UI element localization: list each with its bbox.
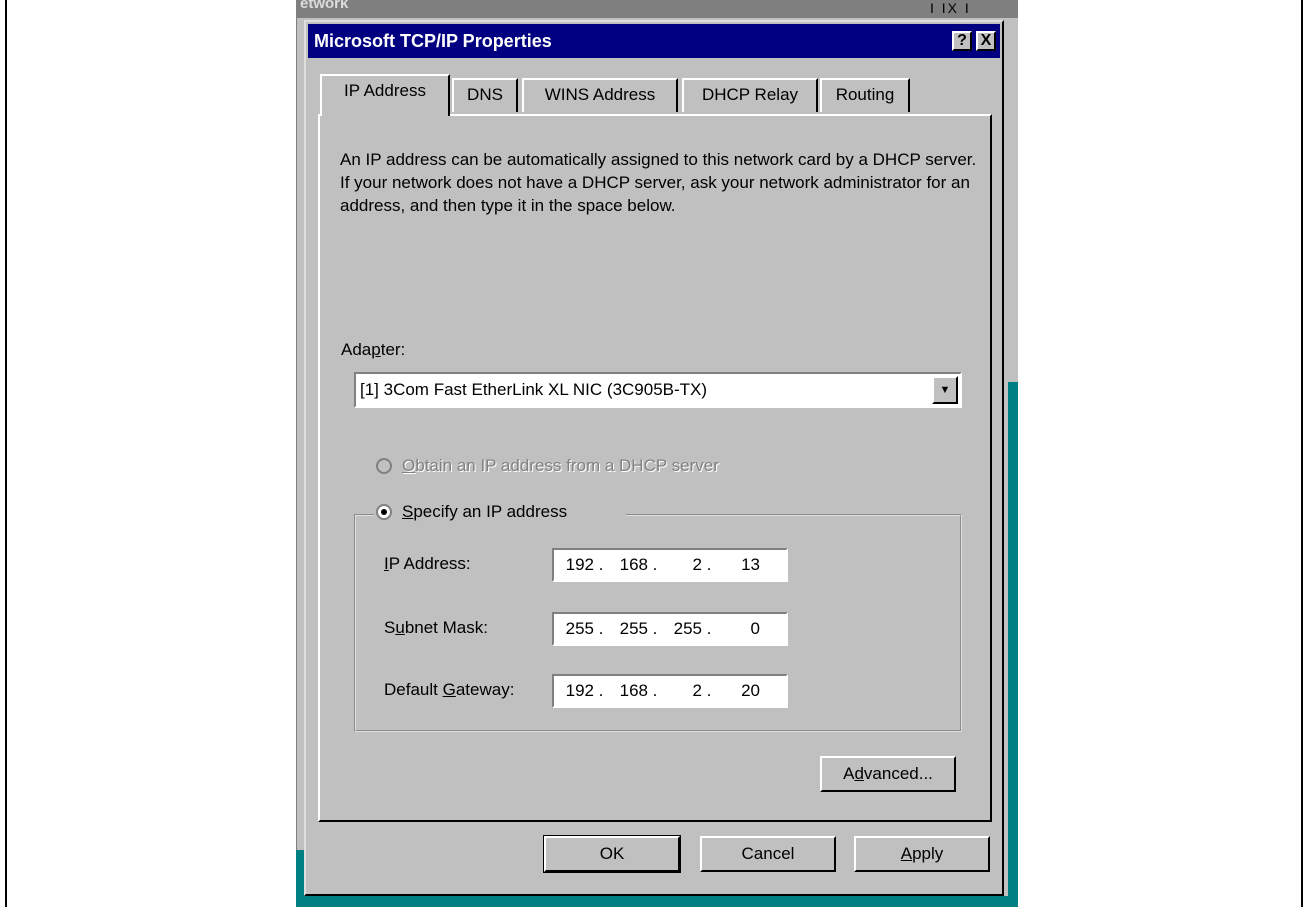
ip-octet: 192	[565, 681, 594, 700]
ip-octet: 2	[692, 681, 702, 700]
octet-separator: .	[652, 619, 658, 638]
background-window-titlebar	[296, 0, 1018, 18]
tab-label: Routing	[835, 85, 895, 104]
advanced-button[interactable]: Advanced...	[820, 756, 956, 792]
specify-ip-option[interactable]: Specify an IP address	[376, 502, 567, 522]
tab-label: IP Address	[344, 81, 426, 100]
tab-ip-address[interactable]: IP Address	[320, 74, 450, 116]
specify-ip-label: Specify an IP address	[402, 502, 568, 521]
background-window-title: etwork	[300, 0, 349, 12]
description-text: An IP address can be automatically assig…	[340, 150, 977, 215]
octet-separator: .	[706, 619, 712, 638]
desktop-background-bottom	[296, 896, 1018, 907]
ok-button[interactable]: OK	[543, 835, 681, 873]
ip-octet: 168	[619, 555, 648, 574]
radio-icon	[376, 458, 392, 474]
help-button[interactable]: ?	[952, 31, 972, 51]
ip-octet: 13	[741, 555, 760, 574]
frame-left-line	[5, 0, 7, 907]
obtain-dhcp-option[interactable]: Obtain an IP address from a DHCP server	[376, 456, 719, 476]
ip-octet: 255	[619, 619, 648, 638]
default-gateway-label: Default Gateway:	[384, 680, 515, 699]
octet-separator: .	[598, 619, 604, 638]
dialog-titlebar[interactable]: Microsoft TCP/IP Properties ? X	[308, 24, 1000, 58]
apply-button[interactable]: Apply	[854, 836, 990, 872]
tab-dns[interactable]: DNS	[452, 78, 518, 112]
octet-separator: .	[598, 555, 604, 574]
adapter-label: Adapter:	[341, 340, 406, 359]
ip-octet: 255	[565, 619, 594, 638]
cancel-button[interactable]: Cancel	[700, 836, 836, 872]
octet-separator: .	[652, 555, 658, 574]
adapter-selected-value: [1] 3Com Fast EtherLink XL NIC (3C905B-T…	[360, 380, 708, 399]
obtain-dhcp-label: Obtain an IP address from a DHCP server	[402, 456, 719, 475]
close-button[interactable]: X	[976, 31, 996, 51]
ip-octet: 255	[673, 619, 702, 638]
ip-octet: 192	[565, 555, 594, 574]
ip-address-input[interactable]: 192. 168. 2. 13	[552, 548, 788, 582]
octet-separator: .	[652, 681, 658, 700]
close-icon: X	[980, 32, 992, 49]
subnet-mask-input[interactable]: 255. 255. 255. 0	[552, 612, 788, 646]
tab-routing[interactable]: Routing	[820, 78, 910, 112]
radio-checked-icon	[376, 504, 392, 520]
default-gateway-input[interactable]: 192. 168. 2. 20	[552, 674, 788, 708]
octet-separator: .	[706, 555, 712, 574]
chevron-down-icon: ▼	[939, 384, 951, 396]
dropdown-arrow-button[interactable]: ▼	[932, 376, 958, 404]
octet-separator: .	[706, 681, 712, 700]
tcpip-properties-dialog: Microsoft TCP/IP Properties ? X IP Addre…	[304, 20, 1004, 896]
help-icon: ?	[957, 32, 967, 49]
background-window-frame	[296, 18, 297, 898]
ip-octet: 20	[741, 681, 760, 700]
ip-octet: 0	[750, 619, 760, 638]
ip-address-label: IP Address:	[384, 554, 471, 573]
background-window-buttons: I IX I	[930, 0, 971, 16]
tab-label: DNS	[467, 85, 503, 104]
tab-label: WINS Address	[544, 85, 656, 104]
dialog-title: Microsoft TCP/IP Properties	[314, 31, 552, 51]
octet-separator: .	[598, 681, 604, 700]
tab-wins-address[interactable]: WINS Address	[522, 78, 678, 112]
subnet-mask-label: Subnet Mask:	[384, 618, 488, 637]
tab-label: DHCP Relay	[701, 85, 799, 104]
ip-octet: 168	[619, 681, 648, 700]
ip-octet: 2	[692, 555, 702, 574]
frame-right-line	[1301, 0, 1303, 907]
adapter-dropdown[interactable]: [1] 3Com Fast EtherLink XL NIC (3C905B-T…	[354, 372, 962, 408]
desktop-background-right	[1008, 382, 1018, 907]
tab-dhcp-relay[interactable]: DHCP Relay	[682, 78, 818, 112]
